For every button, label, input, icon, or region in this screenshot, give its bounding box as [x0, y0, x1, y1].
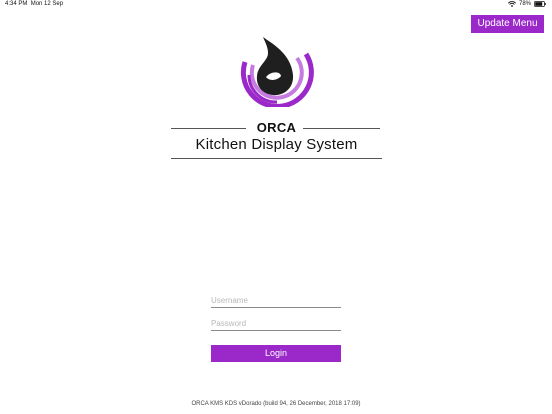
- username-input[interactable]: [211, 293, 341, 308]
- update-menu-button[interactable]: Update Menu: [471, 15, 544, 33]
- brand-block: ORCA Kitchen Display System: [171, 118, 382, 162]
- divider: [171, 158, 382, 159]
- brand-subtitle: Kitchen Display System: [195, 136, 358, 153]
- orca-logo-icon: [233, 31, 319, 109]
- login-screen: 4:34 PM Mon 12 Sep 78% Update Menu ORCA …: [0, 0, 552, 414]
- status-date: Mon 12 Sep: [30, 1, 64, 7]
- status-time: 4:34 PM: [5, 1, 28, 7]
- build-info: ORCA KMS KDS vDorado (build 94, 26 Decem…: [191, 401, 361, 407]
- password-input[interactable]: [211, 316, 341, 331]
- login-button[interactable]: Login: [211, 345, 341, 362]
- status-bar: 4:34 PM Mon 12 Sep 78%: [0, 0, 552, 10]
- battery-percent: 78%: [518, 1, 531, 7]
- battery-icon: [534, 1, 546, 7]
- wifi-icon: [507, 1, 516, 7]
- status-indicators: 78%: [507, 1, 546, 7]
- divider: [303, 128, 380, 129]
- status-time-date: 4:34 PM Mon 12 Sep: [5, 1, 63, 7]
